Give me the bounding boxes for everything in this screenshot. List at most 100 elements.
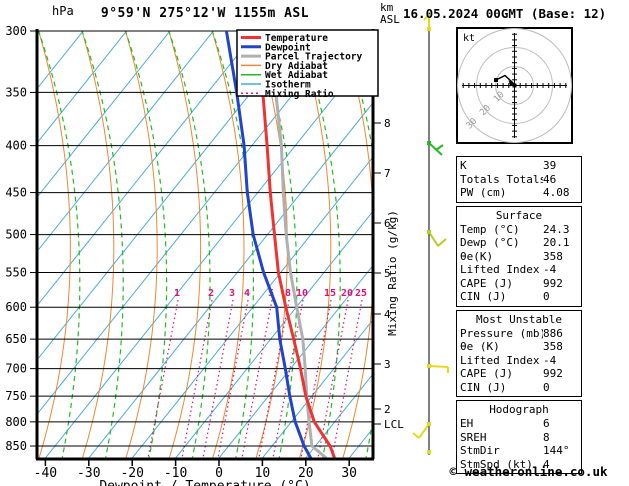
mixing-ratio-label: 10 (296, 288, 308, 299)
stats-value: 992 (543, 367, 563, 380)
hodograph-origin-dot (512, 83, 517, 88)
mixing-ratio-label: 2 (208, 288, 214, 299)
pressure-tick-label: 400 (5, 139, 27, 153)
stats-value: 144° (543, 444, 570, 457)
stats-table: Surface Temp (°C) 24.3 Dewp (°C) 20.1 θe(K) 35… (456, 205, 582, 307)
wind-barb (428, 231, 439, 247)
stats-label: CAPE (J) (460, 367, 513, 380)
stats-label: EH (460, 417, 474, 430)
wind-barb-dot (427, 364, 431, 368)
stats-row: Lifted Index -4 (460, 354, 578, 368)
wind-barb-dot (427, 141, 431, 145)
pressure-tick-label: 750 (5, 389, 27, 403)
stats-label: SREH (460, 430, 487, 444)
lcl-label: LCL (384, 418, 404, 431)
stats-table-title: Surface (495, 208, 543, 222)
stats-value: 20.1 (543, 236, 570, 249)
stats-row: SREH 8 (460, 431, 578, 445)
stats-row: EH 6 (460, 417, 578, 431)
stats-row: CAPE (J) 992 (460, 277, 578, 291)
legend: TemperatureDewpointParcel TrajectoryDry … (236, 29, 379, 100)
stats-value: 358 (543, 340, 563, 353)
pressure-tick-label: 700 (5, 362, 27, 376)
stats-value: 4.08 (543, 186, 570, 199)
stats-table-title: Most Unstable (475, 312, 563, 326)
station-title: 9°59'N 275°12'W 1155m ASL (100, 6, 310, 21)
stats-value: 0 (543, 380, 550, 394)
stats-label: θe (K) (460, 340, 500, 353)
stats-table: Hodograph EH 6 SREH 8 StmDir 144° StmSpd (kt) 4 (456, 400, 582, 474)
stats-row: StmDir 144° (460, 444, 578, 458)
stats-label: Totals Totals (460, 172, 543, 186)
copyright: © weatheronline.co.uk (449, 464, 608, 479)
mixing-ratio-label: 8 (285, 288, 291, 299)
pressure-axis-labels: 300 350 400 450 500 550 600 650 700 750 800 850 (5, 24, 27, 453)
altitude-unit-label: km ASL (380, 2, 400, 26)
stats-label: Dewp (°C) (460, 236, 520, 249)
stats-table: Most Unstable Pressure (mb) 886 θe (K) 358 Li… (456, 309, 582, 397)
sounding-app: 1 2 3 4 5 8 10 15 20 25 300 350 400 450 500 550 600 650 70… (0, 0, 629, 486)
datetime-label: 16.05.2024 00GMT (Base: 12) (403, 6, 607, 21)
legend-item-label: Mixing Ratio (265, 89, 334, 100)
km-tick-label: 3 (384, 358, 391, 371)
pressure-tick-label: 450 (5, 186, 27, 200)
stats-value: -4 (543, 353, 557, 367)
stats-label: Pressure (mb) (460, 326, 543, 340)
stats-table-title: Hodograph (489, 403, 549, 416)
stats-row: CAPE (J) 992 (460, 367, 578, 381)
stats-row: Totals Totals 46 (460, 173, 578, 187)
stats-label: Temp (°C) (460, 222, 520, 236)
wind-barb (418, 423, 430, 439)
hodograph: 102030kt (456, 27, 573, 144)
mixing-ratio-label: 1 (174, 288, 180, 299)
stats-label: θe(K) (460, 249, 494, 263)
hodograph-unit-label: kt (463, 33, 475, 44)
stats-label: PW (cm) (460, 186, 507, 199)
stats-value: 39 (543, 159, 557, 172)
wind-barb-dot (427, 230, 431, 234)
temp-tick-label: -30 (77, 466, 100, 481)
stats-row: Pressure (mb) 886 (460, 327, 578, 341)
mixing-ratio-label: 20 (341, 288, 353, 299)
mixing-ratio-label: 3 (229, 288, 235, 299)
mixing-ratio-label: 15 (324, 288, 336, 299)
temp-tick-label: 30 (341, 466, 357, 481)
temp-axis: -40-30-20-100102030Dewpoint / Temperatur… (34, 460, 357, 486)
stats-row: Dewp (°C) 20.1 (460, 236, 578, 250)
wind-barb-dot (427, 422, 431, 426)
pressure-tick-label: 300 (5, 24, 27, 38)
stats-value: 46 (543, 172, 557, 186)
stats-row: θe(K) 358 (460, 250, 578, 264)
stats-label: CAPE (J) (460, 276, 513, 290)
pressure-tick-label: 850 (5, 439, 27, 453)
km-axis: 8765432LCLMixing Ratio (g/kg) (374, 117, 404, 431)
pressure-tick-label: 800 (5, 415, 27, 429)
stats-value: -4 (543, 263, 557, 276)
mixing-axis-title: Mixing Ratio (g/kg) (386, 210, 399, 336)
pressure-tick-label: 350 (5, 85, 27, 99)
stats-value: 992 (543, 276, 563, 290)
stats-label: StmDir (460, 444, 500, 457)
pressure-tick-label: 550 (5, 266, 27, 280)
stats-label: Lifted Index (460, 263, 540, 276)
pressure-tick-label: 500 (5, 228, 27, 242)
stats-row: K 39 (460, 159, 578, 173)
wind-barb-dot (427, 27, 431, 31)
wind-barb (412, 432, 420, 439)
wind-barb (437, 238, 447, 247)
stats-value: 6 (543, 417, 550, 430)
x-axis-title: Dewpoint / Temperature (°C) (99, 479, 310, 486)
stats-value: 358 (543, 249, 563, 263)
wind-barb (428, 365, 449, 368)
stats-table: K 39 Totals Totals 46 PW (cm) 4.08 (456, 156, 582, 203)
mixing-ratio-label: 25 (355, 288, 367, 299)
stats-row: CIN (J) 0 (460, 290, 578, 304)
stats-label: Lifted Index (460, 353, 540, 367)
stats-value: 8 (543, 430, 550, 444)
stats-row: θe (K) 358 (460, 340, 578, 354)
stats-row: PW (cm) 4.08 (460, 186, 578, 200)
wind-barbs (412, 13, 449, 455)
stats-tables: K 39 Totals Totals 46 PW (cm) 4.08 Surface Temp… (456, 156, 582, 477)
km-tick-label: 7 (384, 167, 391, 180)
stats-label: CIN (J) (460, 290, 507, 303)
